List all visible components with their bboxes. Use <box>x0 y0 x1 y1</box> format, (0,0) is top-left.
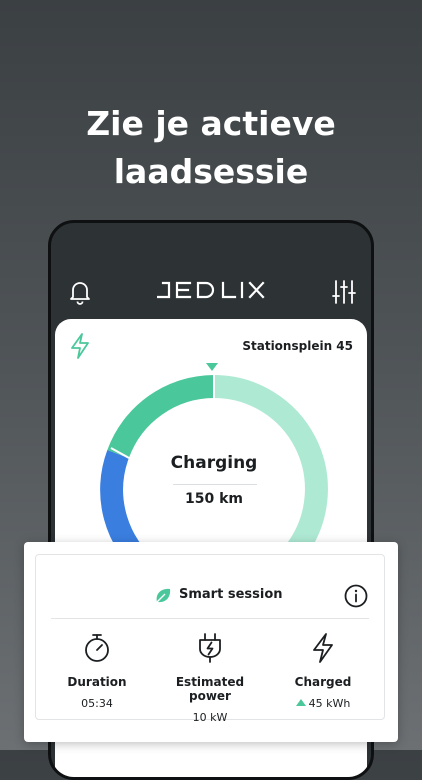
smart-session-panel: Smart session Duration 05:34 Estimated p… <box>35 554 385 724</box>
info-icon[interactable] <box>344 584 368 608</box>
stopwatch-icon <box>85 634 109 662</box>
range-value: 150 km <box>185 491 243 507</box>
smart-session-title: Smart session <box>179 587 283 602</box>
headline-line-1: Zie je actieve <box>86 104 336 143</box>
leaf-icon <box>156 588 171 603</box>
charging-status: Charging <box>170 453 258 473</box>
stat-label: Duration <box>67 675 127 689</box>
charge-pointer <box>206 363 218 371</box>
stat-value: 45 kWh <box>308 697 351 710</box>
bolt-icon <box>71 333 89 359</box>
stat-label: Charged <box>294 675 352 689</box>
stat-duration: Duration 05:34 <box>42 633 152 710</box>
app-header <box>51 223 371 319</box>
smart-session-popup: Smart session Duration 05:34 Estimated p… <box>24 542 398 742</box>
stat-charged: Charged 45 kWh <box>268 633 378 710</box>
jedlix-logo <box>157 281 265 299</box>
status-divider <box>173 484 257 485</box>
up-triangle-icon <box>295 699 306 706</box>
headline-line-2: laadsessie <box>113 152 309 191</box>
plug-icon <box>199 633 221 663</box>
stat-value: 05:34 <box>81 697 113 710</box>
stat-value: 10 kW <box>192 711 228 724</box>
stat-estimated-power: Estimated power 10 kW <box>155 633 265 724</box>
filter-sliders-icon[interactable] <box>332 279 356 305</box>
donut-accent-segment <box>107 375 215 459</box>
bolt-icon <box>313 633 333 663</box>
stat-label: Estimated power <box>175 675 245 703</box>
stat-value-row: 45 kWh <box>268 697 378 710</box>
headline: Zie je actieve laadsessie <box>0 100 422 196</box>
station-name: Stationsplein 45 <box>242 339 353 353</box>
session-divider <box>51 618 369 619</box>
bell-icon[interactable] <box>68 279 92 305</box>
